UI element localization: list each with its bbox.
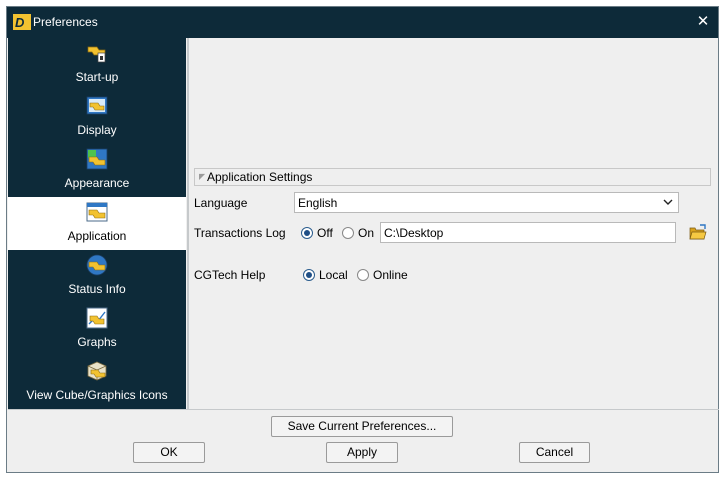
language-value: English (298, 196, 338, 210)
sidebar-item-view-cube[interactable]: View Cube/Graphics Icons (8, 356, 186, 409)
close-button[interactable]: ✕ (694, 13, 712, 31)
sidebar-item-label: View Cube/Graphics Icons (26, 388, 168, 402)
sidebar-item-startup[interactable]: Start-up (8, 38, 186, 91)
transactions-log-label: Transactions Log (194, 226, 286, 240)
settings-panel: ◤ Application Settings Language English … (189, 38, 718, 409)
sidebar-item-graphs[interactable]: Graphs (8, 303, 186, 356)
language-dropdown[interactable]: English (294, 192, 679, 213)
close-icon: ✕ (696, 13, 710, 30)
help-online-label: Online (373, 268, 408, 282)
sidebar-item-application[interactable]: Application (8, 197, 186, 250)
sidebar-item-display[interactable]: Display (8, 91, 186, 144)
help-local-label: Local (319, 268, 348, 282)
transactions-path-input[interactable]: C:\Desktop (380, 222, 676, 243)
appearance-icon (86, 148, 108, 170)
sidebar-item-label: Graphs (77, 335, 117, 349)
apply-button[interactable]: Apply (326, 442, 398, 463)
application-settings-header[interactable]: ◤ Application Settings (194, 168, 711, 186)
collapse-caret-icon: ◤ (199, 172, 206, 181)
display-icon (86, 96, 108, 115)
sidebar-item-label: Start-up (75, 70, 119, 84)
sidebar-item-appearance[interactable]: Appearance (8, 144, 186, 197)
status-info-icon (86, 254, 108, 276)
title-bar: D Preferences ✕ (7, 7, 718, 38)
cancel-button[interactable]: Cancel (519, 442, 590, 463)
transactions-off-radio[interactable] (301, 227, 313, 239)
preferences-dialog: D Preferences ✕ Start-up Display Appeara… (6, 6, 719, 473)
transactions-path-value: C:\Desktop (384, 226, 444, 240)
app-logo-icon: D (13, 14, 31, 30)
cgtech-help-label: CGTech Help (194, 268, 266, 282)
sidebar-item-label: Appearance (64, 176, 130, 190)
sidebar-item-status-info[interactable]: Status Info (8, 250, 186, 303)
language-label: Language (194, 196, 248, 210)
svg-text:D: D (15, 15, 25, 30)
sidebar-item-label: Display (77, 123, 117, 137)
help-local-radio[interactable] (303, 269, 315, 281)
window-title: Preferences (33, 15, 98, 29)
view-cube-icon (87, 361, 107, 381)
sidebar: Start-up Display Appearance Application … (8, 38, 186, 409)
application-icon (86, 202, 108, 222)
help-online-radio[interactable] (357, 269, 369, 281)
sidebar-item-label: Application (67, 229, 127, 243)
transactions-off-label: Off (317, 226, 333, 240)
startup-icon (87, 46, 106, 63)
ok-button[interactable]: OK (133, 442, 205, 463)
group-title: Application Settings (207, 170, 313, 184)
footer-divider (8, 409, 719, 410)
transactions-on-label: On (358, 226, 375, 240)
folder-open-icon (689, 224, 707, 240)
save-preferences-button[interactable]: Save Current Preferences... (271, 416, 453, 437)
graphs-icon (86, 307, 108, 329)
sidebar-item-label: Status Info (68, 282, 126, 296)
transactions-on-radio[interactable] (342, 227, 354, 239)
browse-folder-button[interactable] (689, 224, 707, 241)
chevron-down-icon (663, 199, 673, 205)
